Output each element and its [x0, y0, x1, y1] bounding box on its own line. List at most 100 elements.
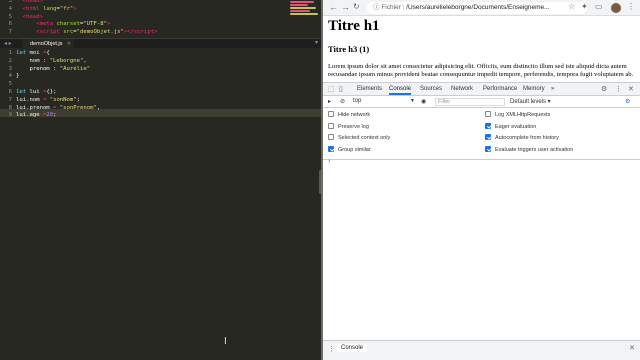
checkbox[interactable] [328, 111, 334, 117]
code-token: lui.nom [16, 96, 43, 103]
setting-label: Group similar [338, 146, 371, 153]
html-file-snippet[interactable]: 3 <head> 4 <html lang="fr"> 5 <head> 6 <met… [0, 0, 322, 37]
code-line[interactable]: 7 lui.nom = "sonNom"; [0, 97, 322, 105]
code-token: ; [76, 96, 81, 103]
code-token: let [16, 50, 27, 56]
page-heading-h3: Titre h3 (1) [328, 44, 370, 54]
code-token: {}; [46, 88, 57, 95]
context-value: top [353, 98, 362, 104]
code-token: > [154, 29, 158, 36]
checkbox[interactable] [328, 134, 334, 140]
clear-console-icon[interactable]: ⊘ [340, 98, 345, 105]
code-line[interactable]: 6 <meta charset="UTF-8"> [0, 21, 322, 29]
console-prompt[interactable]: › [328, 158, 330, 165]
code-token: lui [26, 88, 43, 95]
code-line[interactable]: 7 <script src="demoObjet.js"></script> [0, 29, 322, 37]
inspect-element-icon[interactable]: ⬚ [328, 85, 335, 93]
tab-nav-arrows-icon[interactable]: ◂ ▸ [4, 40, 12, 47]
code-line[interactable]: 4 <html lang="fr"> [0, 6, 322, 14]
url-path: /Users/aurelieleborgne/Documents/Enseign… [406, 4, 550, 11]
setting-autocomplete-from-history[interactable]: Autocomplete from history [485, 134, 559, 142]
setting-selected-context-only[interactable]: Selected context only [328, 134, 390, 142]
code-token: src [63, 29, 74, 36]
code-line[interactable]: 6 let lui ={}; [0, 89, 322, 97]
checkbox[interactable] [328, 122, 334, 129]
code-line[interactable]: 8 lui.prenom = "sonPrenom", [0, 105, 322, 113]
checkbox[interactable] [485, 122, 491, 129]
setting-eager-evaluation[interactable]: Eager evaluation [485, 122, 536, 131]
code-token: { [46, 50, 50, 56]
code-token: head [26, 0, 40, 4]
tab-performance[interactable]: Performance [483, 83, 517, 95]
setting-group-similar[interactable]: Group similar [328, 145, 371, 154]
more-menu-icon[interactable]: ⋮ [615, 85, 622, 93]
close-tab-icon[interactable]: ✕ [67, 39, 71, 49]
cast-icon[interactable]: ▭ [595, 2, 603, 11]
code-line[interactable]: 4} [0, 73, 322, 81]
console-settings-gear-icon[interactable]: ⚙ [625, 98, 630, 105]
devtools-panel: ⬚ ▯ Elements Console Sources Network Per… [323, 82, 640, 360]
back-icon[interactable]: ← [329, 2, 338, 12]
log-levels-dropdown[interactable]: Default levels ▾ [510, 98, 551, 105]
tab-elements[interactable]: Elements [357, 83, 382, 95]
code-line[interactable]: 9 lui.age =20; [0, 112, 322, 120]
code-token: prenom : [16, 65, 60, 72]
context-selector[interactable]: top ▼ [353, 98, 415, 104]
code-token: } [16, 73, 20, 80]
reload-icon[interactable]: ↻ [353, 2, 360, 11]
code-token: head [26, 13, 40, 20]
line-number: 9 [8, 112, 12, 119]
drawer-tab-console[interactable]: Console [337, 344, 368, 352]
line-number: 6 [8, 21, 12, 28]
more-tabs-icon[interactable]: » [551, 83, 554, 95]
code-line[interactable]: 1 let moi ={ [0, 50, 322, 58]
setting-hide-network[interactable]: Hide network [328, 111, 370, 119]
tab-network[interactable]: Network [451, 83, 473, 95]
code-line[interactable]: 5 [0, 81, 322, 89]
setting-evaluate-triggers-user-activation[interactable]: Evaluate triggers user activation [485, 145, 574, 154]
tab-sources[interactable]: Sources [420, 83, 442, 95]
tab-memory[interactable]: Memory [523, 83, 545, 95]
extension-icon[interactable]: ✦ [581, 2, 588, 11]
setting-label: Evaluate triggers user activation [495, 146, 574, 153]
checkbox[interactable] [485, 145, 491, 152]
checkbox[interactable] [485, 134, 491, 140]
sidebar-toggle-icon[interactable]: ▸ [328, 98, 331, 105]
setting-preserve-log[interactable]: Preserve log [328, 122, 369, 131]
tab-demoobjet-js[interactable]: demoObjet.js ✕ [22, 39, 74, 49]
setting-log-xmlhttprequests[interactable]: Log XMLHttpRequests [485, 111, 550, 119]
info-icon[interactable]: ⓘ [373, 4, 380, 11]
code-token: < [16, 0, 27, 4]
device-toolbar-icon[interactable]: ▯ [339, 85, 343, 93]
code-token: , [96, 104, 101, 111]
close-icon[interactable]: ✕ [628, 85, 634, 93]
code-token: "Aurélie" [59, 65, 91, 72]
code-editor[interactable]: 3 <head> 4 <html lang="fr"> 5 <head> 6 <met… [0, 0, 322, 360]
minimap[interactable] [290, 0, 320, 28]
gear-icon[interactable]: ⚙ [601, 85, 607, 93]
more-menu-icon[interactable]: ⋮ [627, 2, 635, 11]
star-icon[interactable]: ☆ [568, 2, 575, 11]
tab-console[interactable]: Console [389, 83, 412, 95]
code-token: lang [42, 5, 57, 12]
filter-input[interactable]: Filter [435, 98, 505, 106]
devtools-tab-bar: ⬚ ▯ Elements Console Sources Network Per… [323, 83, 640, 96]
code-line[interactable]: 3 prenom : "Aurélie" [0, 66, 322, 74]
page-content: Titre h1 Titre h3 (1) Lorem ipsum dolor … [323, 16, 640, 83]
url-field[interactable]: ⓘ Fichier | /Users/aurelieleborgne/Docum… [367, 2, 587, 14]
code-line[interactable]: 5 <head> [0, 14, 322, 22]
avatar[interactable] [611, 3, 621, 13]
forward-icon[interactable]: → [341, 2, 350, 12]
drawer-menu-icon[interactable]: ⋮ [328, 345, 335, 353]
chevron-down-icon[interactable]: ▾ [315, 39, 318, 46]
setting-label: Hide network [338, 112, 371, 118]
code-token: let [16, 88, 27, 95]
checkbox[interactable] [485, 111, 491, 117]
checkbox[interactable] [328, 145, 334, 152]
js-code-area[interactable]: 1 let moi ={2 nom : "Leborgne", 3 prenom :… [0, 50, 322, 120]
code-line[interactable]: 2 nom : "Leborgne", [0, 58, 322, 66]
close-drawer-icon[interactable]: ✕ [629, 344, 635, 352]
eye-icon[interactable]: ◉ [421, 98, 426, 105]
